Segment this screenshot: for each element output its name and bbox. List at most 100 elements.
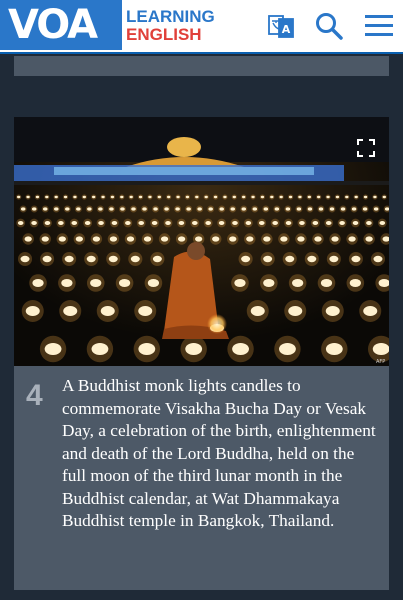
candle xyxy=(44,221,51,225)
candle xyxy=(234,279,246,287)
candle xyxy=(17,195,21,199)
candle xyxy=(109,207,114,211)
candle xyxy=(241,255,251,263)
candle xyxy=(111,221,118,225)
candle xyxy=(109,236,118,242)
search-icon[interactable] xyxy=(314,11,344,41)
candle xyxy=(349,279,361,287)
candle xyxy=(192,221,198,225)
candle xyxy=(252,207,258,211)
candle xyxy=(43,207,48,211)
candle xyxy=(263,279,275,287)
candle xyxy=(195,236,203,242)
candle xyxy=(118,279,131,287)
candle xyxy=(218,221,225,225)
candle xyxy=(98,207,103,211)
candle xyxy=(213,195,218,199)
candle xyxy=(45,195,49,199)
fullscreen-icon[interactable] xyxy=(357,139,375,157)
candle xyxy=(363,195,368,199)
candle xyxy=(197,207,202,211)
candle xyxy=(320,279,333,287)
gallery-slide-card: AFP 4 A Buddhist monk lights candles to … xyxy=(14,117,389,590)
candle xyxy=(288,306,303,316)
candle xyxy=(329,255,339,263)
candle xyxy=(54,207,59,211)
candle xyxy=(185,343,203,355)
candle xyxy=(379,221,386,225)
slide-caption: A Buddhist monk lights candles to commem… xyxy=(62,376,376,530)
candle xyxy=(138,195,143,199)
candle xyxy=(143,236,152,242)
candle xyxy=(298,195,302,199)
candle xyxy=(219,207,224,211)
monk-candles-photo: AFP xyxy=(14,117,389,366)
previous-slide-card xyxy=(14,56,389,76)
candle xyxy=(120,195,124,199)
candle xyxy=(288,195,293,199)
candle xyxy=(178,221,185,225)
candle xyxy=(160,236,169,242)
candle xyxy=(246,236,254,242)
candle xyxy=(98,221,104,225)
translate-icon[interactable]: A xyxy=(266,11,296,41)
candle xyxy=(263,255,273,263)
candle xyxy=(331,236,339,242)
candle xyxy=(329,207,335,211)
candle xyxy=(185,195,190,199)
candle xyxy=(363,306,378,316)
candle xyxy=(351,255,361,263)
candle xyxy=(195,195,199,199)
logo-line-learning: LEARNING xyxy=(126,7,215,26)
candle xyxy=(32,279,44,287)
candle xyxy=(314,236,322,242)
candle xyxy=(373,195,377,199)
learning-english-logo[interactable]: LEARNING ENGLISH xyxy=(126,8,215,44)
candle xyxy=(274,207,280,211)
candle xyxy=(354,195,358,199)
candle xyxy=(76,207,81,211)
candle xyxy=(325,221,332,225)
candle xyxy=(260,195,265,199)
candle xyxy=(87,207,92,211)
candle xyxy=(365,236,373,242)
candle xyxy=(362,207,368,211)
candle xyxy=(100,306,115,316)
candle xyxy=(152,255,162,263)
candle xyxy=(251,195,255,199)
gallery-photo[interactable]: AFP xyxy=(14,117,389,366)
candle xyxy=(31,221,37,225)
candle xyxy=(258,221,265,225)
candle xyxy=(340,207,346,211)
candle xyxy=(232,195,236,199)
candle xyxy=(325,306,340,316)
candle xyxy=(325,343,343,355)
candle xyxy=(64,255,74,263)
candle xyxy=(373,255,383,263)
candle xyxy=(167,195,171,199)
candle xyxy=(126,236,135,242)
candle xyxy=(120,207,125,211)
candle xyxy=(245,221,252,225)
candle xyxy=(84,221,91,225)
menu-icon[interactable] xyxy=(364,11,394,41)
candle xyxy=(205,221,211,225)
candle xyxy=(208,207,213,211)
candle xyxy=(61,279,73,287)
candle xyxy=(71,221,78,225)
voa-logo-mark: VOA xyxy=(8,2,98,48)
candle xyxy=(307,255,317,263)
voa-logo[interactable]: VOA xyxy=(0,0,122,50)
candle xyxy=(250,306,265,316)
candle xyxy=(317,195,321,199)
candle xyxy=(382,195,386,199)
candle xyxy=(232,221,238,225)
candle xyxy=(223,195,227,199)
candle xyxy=(58,236,66,242)
candle xyxy=(279,343,296,355)
candle xyxy=(31,207,37,211)
candle xyxy=(351,207,357,211)
candle xyxy=(20,207,26,211)
candle xyxy=(326,195,330,199)
candle xyxy=(307,207,313,211)
